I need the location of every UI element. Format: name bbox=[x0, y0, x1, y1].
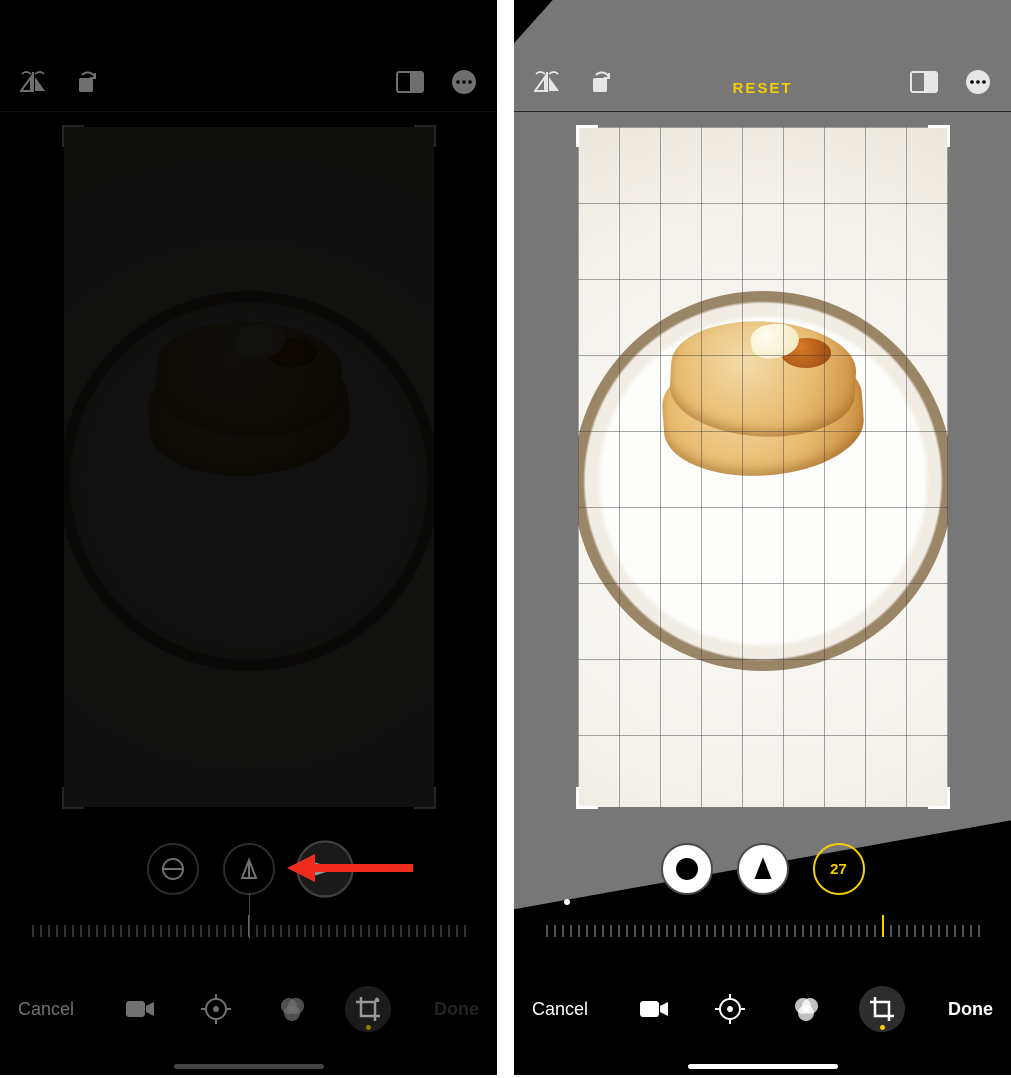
flip-horizontal-icon[interactable] bbox=[532, 67, 562, 97]
grid-overlay bbox=[578, 127, 948, 807]
home-indicator bbox=[688, 1064, 838, 1069]
crop-handle[interactable] bbox=[928, 125, 950, 147]
dial-ruler[interactable] bbox=[514, 911, 1011, 937]
crop-handle[interactable] bbox=[414, 125, 436, 147]
video-icon[interactable] bbox=[631, 986, 677, 1032]
cancel-button[interactable]: Cancel bbox=[532, 999, 588, 1020]
adjustment-row: 27 bbox=[514, 843, 1011, 895]
crop-handle[interactable] bbox=[928, 787, 950, 809]
filters-icon[interactable] bbox=[269, 986, 315, 1032]
perspective-horizontal-icon[interactable] bbox=[296, 840, 353, 897]
filters-icon[interactable] bbox=[783, 986, 829, 1032]
rotate-icon[interactable] bbox=[586, 67, 616, 97]
top-toolbar: RESET bbox=[514, 0, 1011, 112]
aspect-ratio-icon[interactable] bbox=[395, 67, 425, 97]
adjust-icon[interactable] bbox=[193, 986, 239, 1032]
bottom-toolbar: Cancel Done bbox=[0, 971, 497, 1047]
perspective-vertical-icon[interactable] bbox=[737, 843, 789, 895]
done-button[interactable]: Done bbox=[434, 999, 479, 1020]
video-icon[interactable] bbox=[117, 986, 163, 1032]
bottom-toolbar: Cancel Done bbox=[514, 971, 1011, 1047]
crop-handle[interactable] bbox=[62, 125, 84, 147]
adjust-value: 27 bbox=[830, 861, 847, 878]
dial-ruler[interactable] bbox=[0, 911, 497, 937]
photo-canvas[interactable] bbox=[578, 127, 948, 807]
crop-icon[interactable] bbox=[345, 986, 391, 1032]
done-button[interactable]: Done bbox=[948, 999, 993, 1020]
aspect-ratio-icon[interactable] bbox=[909, 67, 939, 97]
more-icon[interactable] bbox=[963, 67, 993, 97]
crop-icon[interactable] bbox=[859, 986, 905, 1032]
adjustment-row bbox=[0, 843, 497, 895]
straighten-icon[interactable] bbox=[661, 843, 713, 895]
more-icon[interactable] bbox=[449, 67, 479, 97]
flip-horizontal-icon[interactable] bbox=[18, 67, 48, 97]
value-indicator-dot bbox=[564, 899, 570, 905]
photo-canvas[interactable] bbox=[64, 127, 434, 807]
rotate-icon[interactable] bbox=[72, 67, 102, 97]
perspective-horizontal-value[interactable]: 27 bbox=[813, 843, 865, 895]
cancel-button[interactable]: Cancel bbox=[18, 999, 74, 1020]
perspective-vertical-icon[interactable] bbox=[223, 843, 275, 895]
crop-handle[interactable] bbox=[414, 787, 436, 809]
home-indicator bbox=[174, 1064, 324, 1069]
reset-button[interactable]: RESET bbox=[733, 80, 793, 97]
crop-handle[interactable] bbox=[62, 787, 84, 809]
top-toolbar bbox=[0, 0, 497, 112]
crop-handle[interactable] bbox=[576, 125, 598, 147]
crop-handle[interactable] bbox=[576, 787, 598, 809]
straighten-icon[interactable] bbox=[147, 843, 199, 895]
adjust-icon[interactable] bbox=[707, 986, 753, 1032]
